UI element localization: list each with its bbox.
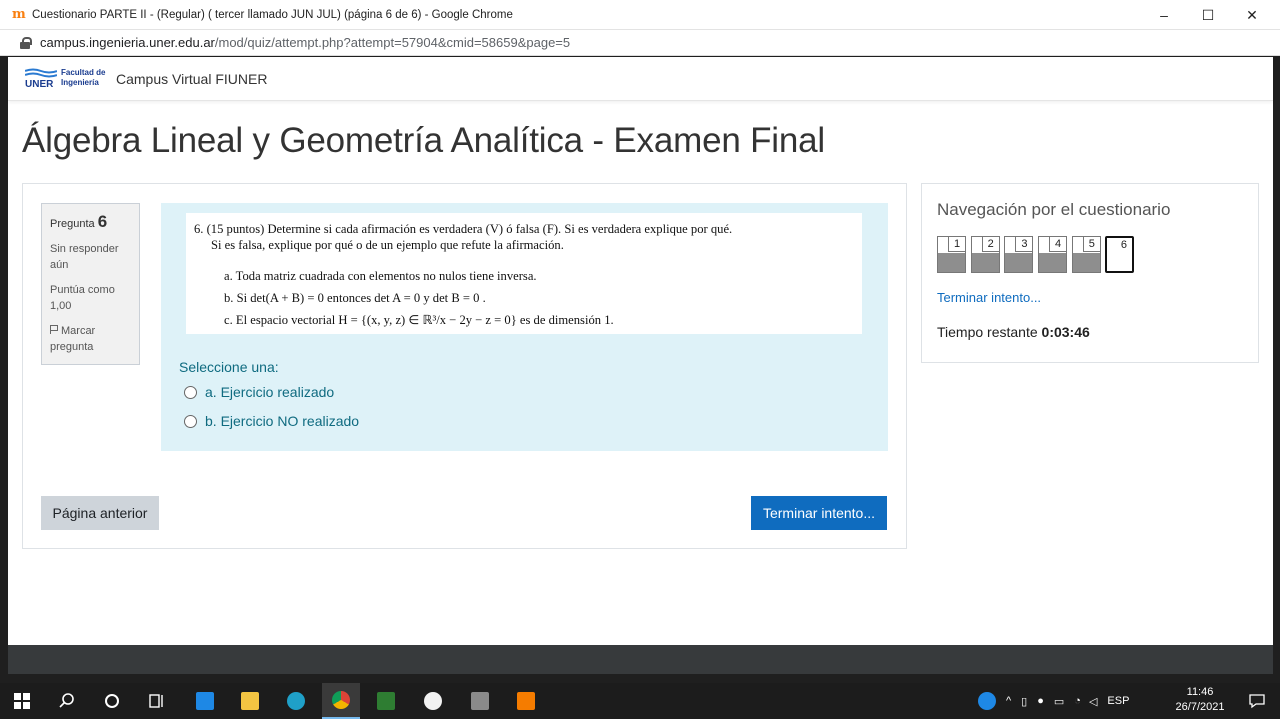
moodle-favicon-icon: m — [12, 6, 26, 22]
question-content: 6. (15 puntos) Determine si cada afirmac… — [161, 203, 888, 451]
question-status: Sin responder aún — [50, 243, 119, 271]
page-title: Álgebra Lineal y Geometría Analítica - E… — [22, 121, 825, 160]
option-b-label[interactable]: b. Ejercicio NO realizado — [205, 413, 359, 429]
flag-question-link[interactable]: Marcar pregunta — [50, 323, 131, 355]
page: UNER Facultad de Ingeniería Campus Virtu… — [8, 57, 1273, 645]
option-b[interactable]: b. Ejercicio NO realizado — [184, 413, 359, 429]
taskbar: ^ ▯ ● ▭ ◔ ◁ ESP 11:46 26/7/2021 — [0, 683, 1280, 719]
lock-icon — [20, 36, 32, 49]
calculator-icon — [471, 692, 489, 710]
previous-page-button[interactable]: Página anterior — [41, 496, 159, 530]
wave-icon — [25, 68, 57, 77]
address-bar[interactable]: campus.ingenieria.uner.edu.ar/mod/quiz/a… — [0, 30, 1280, 56]
task-view-button[interactable] — [138, 683, 176, 719]
question-info: Pregunta 6 Sin responder aún Puntúa como… — [41, 203, 140, 365]
maximize-button[interactable]: ☐ — [1186, 0, 1230, 30]
question-item-c: c. El espacio vectorial H = {(x, y, z) ∈… — [224, 313, 614, 327]
question-button-5[interactable]: 5 — [1071, 236, 1101, 273]
logo-subtext: Facultad de Ingeniería — [61, 67, 106, 87]
question-button-4[interactable]: 4 — [1038, 236, 1068, 273]
option-a-radio[interactable] — [184, 385, 197, 399]
office-app-button[interactable] — [507, 683, 545, 719]
search-icon — [59, 693, 74, 708]
qc-icon — [377, 692, 395, 710]
minimize-button[interactable]: – — [1142, 0, 1186, 30]
microphone-icon[interactable]: ● — [1037, 695, 1044, 707]
question-item-a: a. Toda matriz cuadrada con elementos no… — [224, 269, 537, 283]
pen-icon — [424, 692, 442, 710]
question-button-1[interactable]: 1 — [937, 236, 966, 273]
uner-logo[interactable]: UNER Facultad de Ingeniería — [25, 66, 113, 92]
select-label: Seleccione una: — [179, 359, 279, 375]
question-text-line1: 6. (15 puntos) Determine si cada afirmac… — [194, 222, 733, 236]
url-text[interactable]: campus.ingenieria.uner.edu.ar/mod/quiz/a… — [40, 35, 570, 50]
cortana-icon — [105, 694, 119, 708]
window-title: Cuestionario PARTE II - (Regular) ( terc… — [32, 8, 513, 21]
windows-icon — [14, 693, 30, 709]
notification-icon — [1249, 694, 1265, 709]
folder-icon — [241, 692, 259, 710]
chrome-icon — [332, 691, 350, 709]
question-items: a. Toda matriz cuadrada con elementos no… — [194, 265, 852, 331]
flag-icon — [50, 325, 58, 334]
site-navbar: UNER Facultad de Ingeniería Campus Virtu… — [8, 57, 1273, 101]
system-tray: ^ ▯ ● ▭ ◔ ◁ ESP — [978, 683, 1129, 719]
edge-button[interactable] — [277, 683, 315, 719]
site-name-link[interactable]: Campus Virtual FIUNER — [116, 71, 267, 87]
option-b-radio[interactable] — [184, 414, 197, 428]
question-text-line2: Si es falsa, explique por qué o de un ej… — [211, 238, 564, 252]
pen-app-button[interactable] — [414, 683, 452, 719]
quiz-navigation-title: Navegación por el cuestionario — [937, 200, 1171, 219]
mail-icon — [196, 692, 214, 710]
calculator-button[interactable] — [461, 683, 499, 719]
office-icon — [517, 692, 535, 710]
chevron-up-icon[interactable]: ^ — [1006, 695, 1011, 707]
mail-app-button[interactable] — [186, 683, 224, 719]
chrome-button[interactable] — [322, 683, 360, 719]
edge-icon — [287, 692, 305, 710]
language-indicator[interactable]: ESP — [1107, 695, 1129, 707]
question-button-3[interactable]: 3 — [1004, 236, 1034, 273]
search-button[interactable] — [48, 683, 86, 719]
file-explorer-button[interactable] — [231, 683, 269, 719]
close-button[interactable]: ✕ — [1230, 0, 1274, 30]
clock-date: 26/7/2021 — [1175, 701, 1225, 713]
start-button[interactable] — [3, 683, 41, 719]
finish-attempt-link[interactable]: Terminar intento... — [937, 290, 1041, 305]
question-region: Pregunta 6 Sin responder aún Puntúa como… — [22, 183, 907, 549]
cortana-button[interactable] — [93, 683, 131, 719]
question-item-b: b. Si det(A + B) = 0 entonces det A = 0 … — [224, 291, 486, 305]
question-text-image: 6. (15 puntos) Determine si cada afirmac… — [186, 213, 862, 334]
clock[interactable]: 11:46 26/7/2021 — [1170, 685, 1230, 715]
help-icon[interactable] — [978, 692, 996, 710]
question-buttons: 1 2 3 4 5 6 — [937, 236, 1139, 273]
finish-attempt-button[interactable]: Terminar intento... — [751, 496, 887, 530]
question-button-2[interactable]: 2 — [970, 236, 1000, 273]
browser-titlebar: m Cuestionario PARTE II - (Regular) ( te… — [0, 0, 1280, 30]
clock-time: 11:46 — [1186, 686, 1214, 698]
question-button-6[interactable]: 6 — [1105, 236, 1135, 273]
wifi-icon[interactable]: ◔ — [1074, 695, 1081, 707]
quiz-navigation-block: Navegación por el cuestionario 1 2 3 4 5… — [921, 183, 1259, 363]
notifications-button[interactable] — [1238, 683, 1276, 719]
device-icon[interactable]: ▯ — [1021, 695, 1027, 708]
battery-icon[interactable]: ▭ — [1054, 695, 1064, 708]
volume-icon[interactable]: ◁ — [1089, 695, 1097, 708]
logo-text: UNER — [25, 78, 54, 90]
question-number: Pregunta 6 — [50, 212, 108, 231]
option-a-label[interactable]: a. Ejercicio realizado — [205, 384, 334, 400]
question-score: Puntúa como 1,00 — [50, 284, 115, 312]
page-footer — [8, 645, 1273, 674]
option-a[interactable]: a. Ejercicio realizado — [184, 384, 334, 400]
qc-app-button[interactable] — [367, 683, 405, 719]
task-view-icon — [149, 694, 163, 708]
time-remaining: Tiempo restante 0:03:46 — [937, 324, 1090, 340]
